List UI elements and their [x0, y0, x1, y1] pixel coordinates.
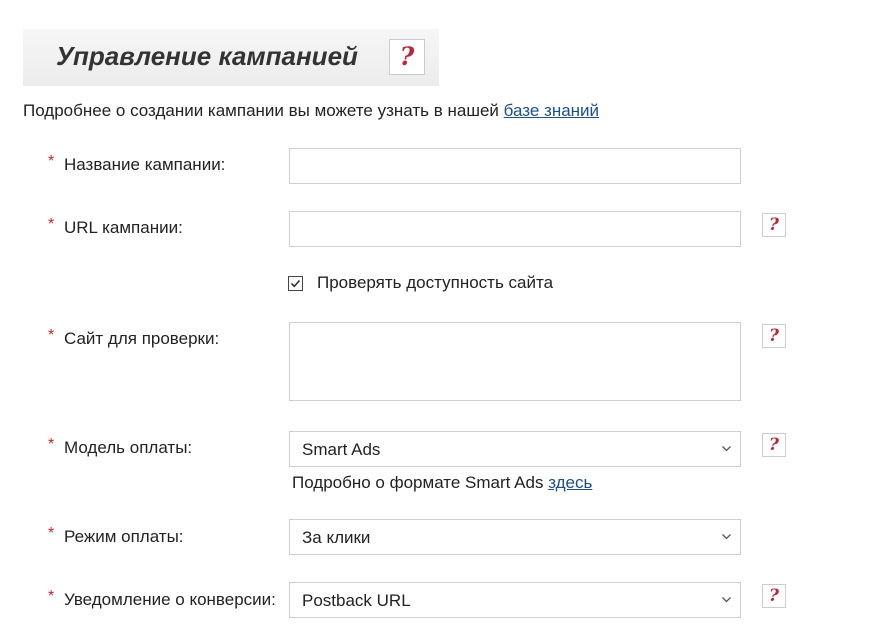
campaign-management-page: Управление кампанией ? Подробнее о созда… — [0, 0, 886, 629]
conversion-notice-help-icon[interactable]: ? — [762, 584, 786, 608]
check-site-textarea[interactable] — [289, 322, 741, 401]
title-help-icon[interactable]: ? — [389, 39, 425, 75]
campaign-url-label: URL кампании: — [64, 218, 183, 237]
check-site-label: Сайт для проверки: — [64, 329, 220, 348]
knowledge-base-link[interactable]: базе знаний — [504, 101, 599, 120]
campaign-url-input[interactable] — [289, 211, 741, 247]
campaign-url-help-icon[interactable]: ? — [762, 213, 786, 237]
payment-mode-value: За клики — [302, 528, 371, 547]
intro-sentence: Подробнее о создании кампании вы можете … — [23, 101, 504, 120]
chevron-down-icon — [722, 534, 731, 540]
intro-text: Подробнее о создании кампании вы можете … — [23, 101, 599, 121]
payment-model-select[interactable]: Smart Ads — [289, 431, 741, 467]
chevron-down-icon — [722, 446, 731, 452]
campaign-name-input[interactable] — [289, 148, 741, 184]
smart-ads-hint-text: Подробно о формате Smart Ads — [292, 473, 549, 492]
required-mark: * — [48, 436, 55, 453]
smart-ads-hint: Подробно о формате Smart Ads здесь — [292, 473, 592, 493]
required-mark: * — [48, 327, 55, 344]
required-mark: * — [48, 525, 55, 542]
payment-model-value: Smart Ads — [302, 440, 381, 459]
check-site-help-icon[interactable]: ? — [762, 324, 786, 348]
chevron-down-icon — [722, 597, 731, 603]
conversion-notice-value: Postback URL — [302, 591, 411, 610]
payment-mode-label: Режим оплаты: — [64, 527, 184, 546]
conversion-notice-select[interactable]: Postback URL — [289, 582, 741, 618]
payment-model-help-icon[interactable]: ? — [762, 433, 786, 457]
page-title: Управление кампанией — [56, 41, 358, 71]
check-availability-checkbox[interactable] — [288, 276, 303, 291]
smart-ads-details-link[interactable]: здесь — [548, 473, 592, 492]
checkmark-icon — [290, 279, 301, 288]
required-mark: * — [48, 216, 55, 233]
conversion-notice-label: Уведомление о конверсии: — [64, 590, 276, 609]
required-mark: * — [48, 153, 55, 170]
campaign-name-label: Название кампании: — [64, 155, 226, 174]
required-mark: * — [48, 588, 55, 605]
payment-mode-select[interactable]: За клики — [289, 519, 741, 555]
payment-model-label: Модель оплаты: — [64, 438, 193, 457]
check-availability-label: Проверять доступность сайта — [317, 273, 554, 292]
page-header: Управление кампанией — [23, 29, 439, 86]
